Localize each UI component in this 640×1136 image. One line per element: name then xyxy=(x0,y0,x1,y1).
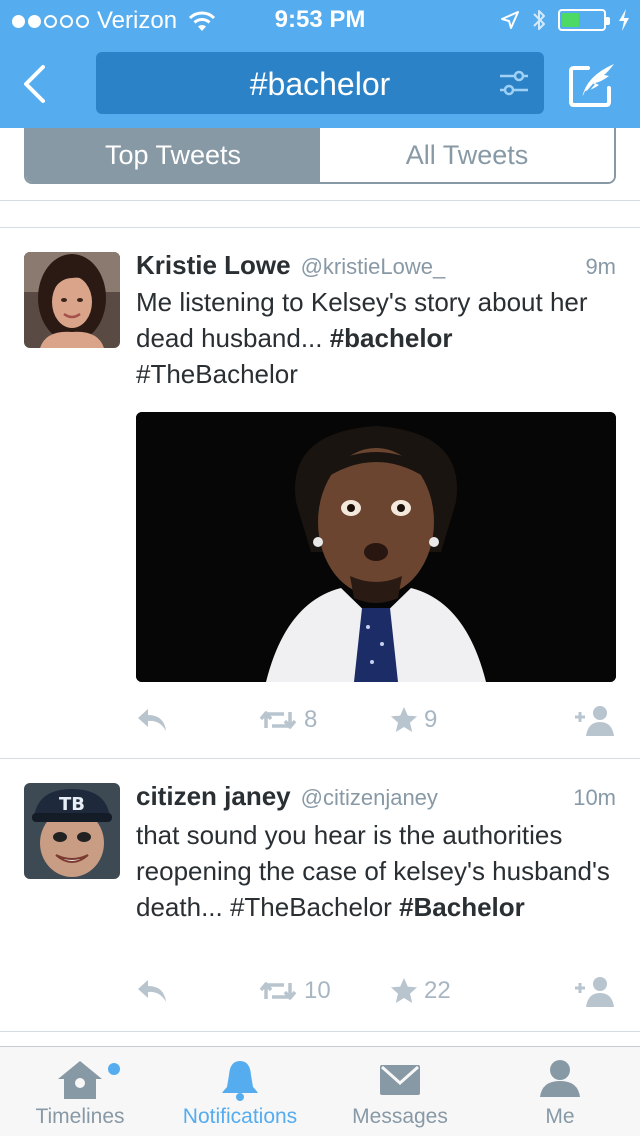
follow-user-icon xyxy=(575,706,614,736)
hashtag-link[interactable]: #bachelor xyxy=(330,323,453,353)
status-bar: Verizon 9:53 PM xyxy=(0,0,640,40)
tweet-actions: 10 22 xyxy=(136,973,616,1009)
follow-user-icon xyxy=(575,977,614,1007)
tweet-timestamp: 10m xyxy=(573,785,616,810)
follow-button[interactable] xyxy=(572,973,616,1009)
envelope-icon xyxy=(380,1065,420,1095)
reply-button[interactable] xyxy=(136,702,168,738)
tweet-text: Me listening to Kelsey's story about her… xyxy=(136,284,616,392)
search-field[interactable]: #bachelor xyxy=(96,52,544,114)
retweet-button[interactable]: 8 xyxy=(258,702,317,738)
favorite-count: 22 xyxy=(424,977,451,1004)
retweet-icon xyxy=(259,711,297,729)
reply-icon xyxy=(138,709,166,731)
favorite-count: 9 xyxy=(424,706,438,733)
quill-compose-icon xyxy=(569,64,614,107)
tweet-timestamp: 9m xyxy=(585,254,616,279)
tweet-text: that sound you hear is the authorities r… xyxy=(136,817,616,925)
star-icon xyxy=(391,707,417,732)
profile-photo: TB xyxy=(24,783,120,879)
tab-label: Me xyxy=(545,1105,575,1128)
star-icon xyxy=(391,978,417,1003)
segmented-control: Top Tweets All Tweets xyxy=(24,128,616,184)
avatar[interactable]: TB xyxy=(24,783,120,879)
author-handle[interactable]: @citizenjaney xyxy=(301,785,438,811)
user-icon xyxy=(540,1060,580,1097)
home-icon xyxy=(58,1061,102,1099)
reply-icon xyxy=(138,980,166,1002)
avatar[interactable] xyxy=(24,252,120,348)
divider xyxy=(0,1031,640,1032)
tab-messages[interactable]: Messages xyxy=(320,1047,480,1136)
filter-settings-icon[interactable] xyxy=(498,68,530,98)
tab-label: Notifications xyxy=(182,1105,298,1128)
favorite-button[interactable]: 9 xyxy=(390,702,437,738)
retweet-count: 10 xyxy=(304,977,331,1004)
location-arrow-icon xyxy=(501,11,519,29)
new-content-indicator xyxy=(108,1063,120,1075)
favorite-button[interactable]: 22 xyxy=(390,973,451,1009)
navigation-bar: Verizon 9:53 PM #bachelor xyxy=(0,0,640,128)
profile-photo xyxy=(24,252,120,348)
retweet-count: 8 xyxy=(304,706,318,733)
tweet-item[interactable]: TB citizen janey @citizenjaney 10m that … xyxy=(0,759,640,1031)
tweet-actions: 8 9 xyxy=(136,702,616,738)
back-button[interactable] xyxy=(14,62,54,106)
author-name[interactable]: Kristie Lowe xyxy=(136,250,291,281)
hashtag-link[interactable]: #Bachelor xyxy=(399,892,525,922)
follow-button[interactable] xyxy=(572,702,616,738)
tab-timelines[interactable]: Timelines xyxy=(0,1047,160,1136)
tab-me[interactable]: Me xyxy=(480,1047,640,1136)
tab-all-tweets[interactable]: All Tweets xyxy=(320,128,614,182)
tab-top-tweets[interactable]: Top Tweets xyxy=(26,128,320,182)
reply-button[interactable] xyxy=(136,973,168,1009)
tab-label: Messages xyxy=(352,1105,448,1128)
tweet-filter-bar: Top Tweets All Tweets xyxy=(0,128,640,200)
retweet-button[interactable]: 10 xyxy=(258,973,331,1009)
charging-bolt-icon xyxy=(619,9,629,31)
bluetooth-icon xyxy=(533,10,545,30)
bell-icon xyxy=(222,1061,258,1101)
chevron-left-icon xyxy=(24,65,45,103)
tweet-item[interactable]: Kristie Lowe @kristieLowe_ 9m Me listeni… xyxy=(0,228,640,758)
battery-icon xyxy=(558,9,610,31)
cap-logo: TB xyxy=(59,794,85,815)
compose-tweet-button[interactable] xyxy=(568,60,618,108)
photo xyxy=(136,412,616,682)
divider xyxy=(0,200,640,201)
tweet-media-image[interactable] xyxy=(136,412,616,682)
tab-bar: Timelines Notifications Messages Me xyxy=(0,1046,640,1136)
tab-notifications[interactable]: Notifications xyxy=(160,1047,320,1136)
tweet-text-plain: that sound you hear is the authorities r… xyxy=(136,820,610,922)
author-handle[interactable]: @kristieLowe_ xyxy=(301,254,446,280)
tab-label: Timelines xyxy=(35,1105,125,1128)
search-query: #bachelor xyxy=(249,66,391,102)
hashtag-link[interactable]: #TheBachelor xyxy=(136,359,298,389)
retweet-icon xyxy=(259,982,297,1000)
author-name[interactable]: citizen janey xyxy=(136,781,291,812)
